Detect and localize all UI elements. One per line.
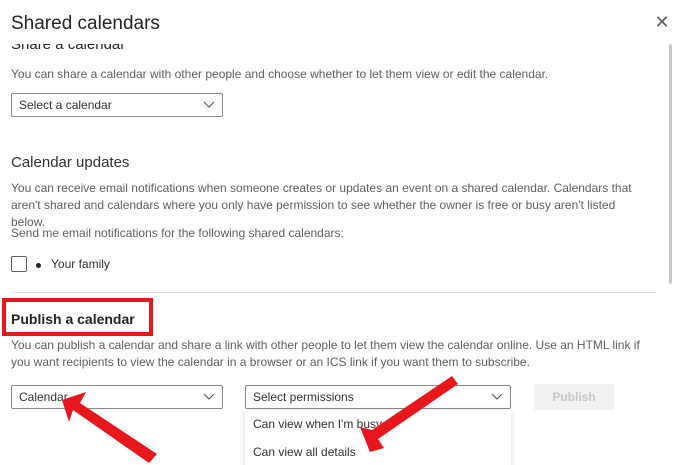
updates-prompt: Send me email notifications for the foll… [11,226,344,240]
calendar-color-dot [36,263,41,268]
section-divider [11,292,656,293]
option-can-view-all-details[interactable]: Can view all details [245,438,511,465]
publish-description: You can publish a calendar and share a l… [11,338,640,369]
select-calendar-dropdown[interactable]: Select a calendar [11,93,223,117]
close-icon[interactable]: ✕ [652,12,672,32]
calendar-dropdown-label: Calendar [19,390,68,404]
dialog-title: Shared calendars [11,13,160,34]
dialog-body[interactable]: Share a calendar You can share a calenda… [0,44,680,465]
permissions-placeholder: Select permissions [253,390,354,404]
your-family-checkbox[interactable] [11,256,27,272]
chevron-down-icon [491,393,503,400]
updates-heading: Calendar updates [11,154,130,171]
your-family-label: Your family [51,257,110,271]
dialog-header: Shared calendars ✕ [0,0,680,44]
scrollbar[interactable] [669,44,672,284]
option-can-view-busy[interactable]: Can view when I'm busy [245,410,511,438]
select-calendar-label: Select a calendar [19,98,112,112]
publish-button[interactable]: Publish [534,384,614,410]
share-heading: Share a calendar [11,44,126,53]
share-description: You can share a calendar with other peop… [11,67,549,81]
calendar-dropdown[interactable]: Calendar [11,385,223,409]
updates-description: You can receive email notifications when… [11,181,632,229]
permissions-dropdown[interactable]: Select permissions [245,385,511,409]
publish-heading: Publish a calendar [11,311,135,327]
chevron-down-icon [203,101,215,108]
permissions-menu: Can view when I'm busy Can view all deta… [245,410,511,465]
chevron-down-icon [203,393,215,400]
